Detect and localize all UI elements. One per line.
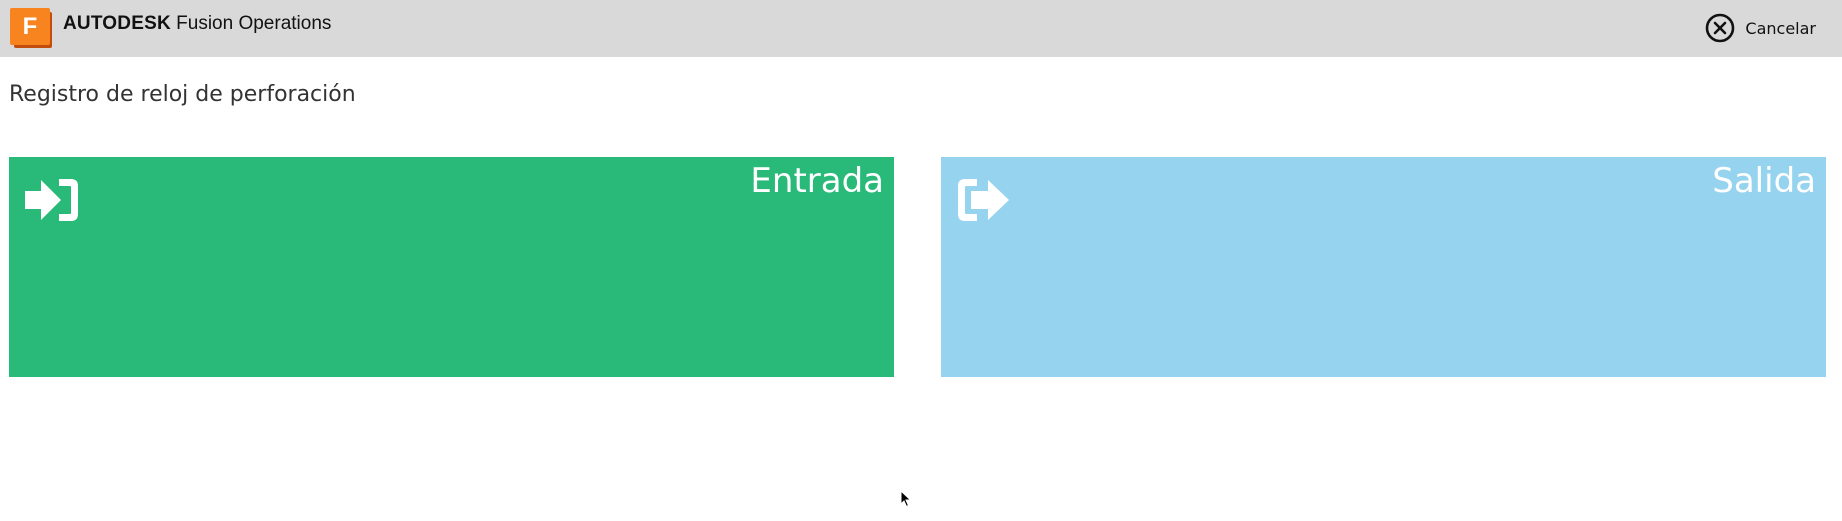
cancel-button[interactable]: Cancelar — [1705, 13, 1816, 43]
sign-out-icon — [958, 179, 1009, 221]
clock-in-tile[interactable]: Entrada — [9, 157, 894, 377]
app-brand: AUTODESK Fusion Operations — [63, 13, 331, 35]
close-circle-icon — [1706, 13, 1735, 43]
mouse-cursor-icon — [900, 490, 912, 508]
fusion-logo-icon: F — [10, 8, 54, 48]
cancel-label: Cancelar — [1745, 18, 1816, 38]
product-name: Fusion Operations — [176, 13, 332, 34]
brand-name: AUTODESK — [63, 13, 171, 34]
clock-out-tile[interactable]: Salida — [941, 157, 1826, 377]
top-bar: F AUTODESK Fusion Operations Cancelar — [0, 0, 1842, 57]
logo-letter: F — [10, 8, 50, 45]
clock-out-label: Salida — [1712, 161, 1816, 201]
page-title: Registro de reloj de perforación — [9, 82, 356, 107]
clock-in-label: Entrada — [750, 161, 884, 201]
sign-in-icon — [25, 179, 78, 221]
